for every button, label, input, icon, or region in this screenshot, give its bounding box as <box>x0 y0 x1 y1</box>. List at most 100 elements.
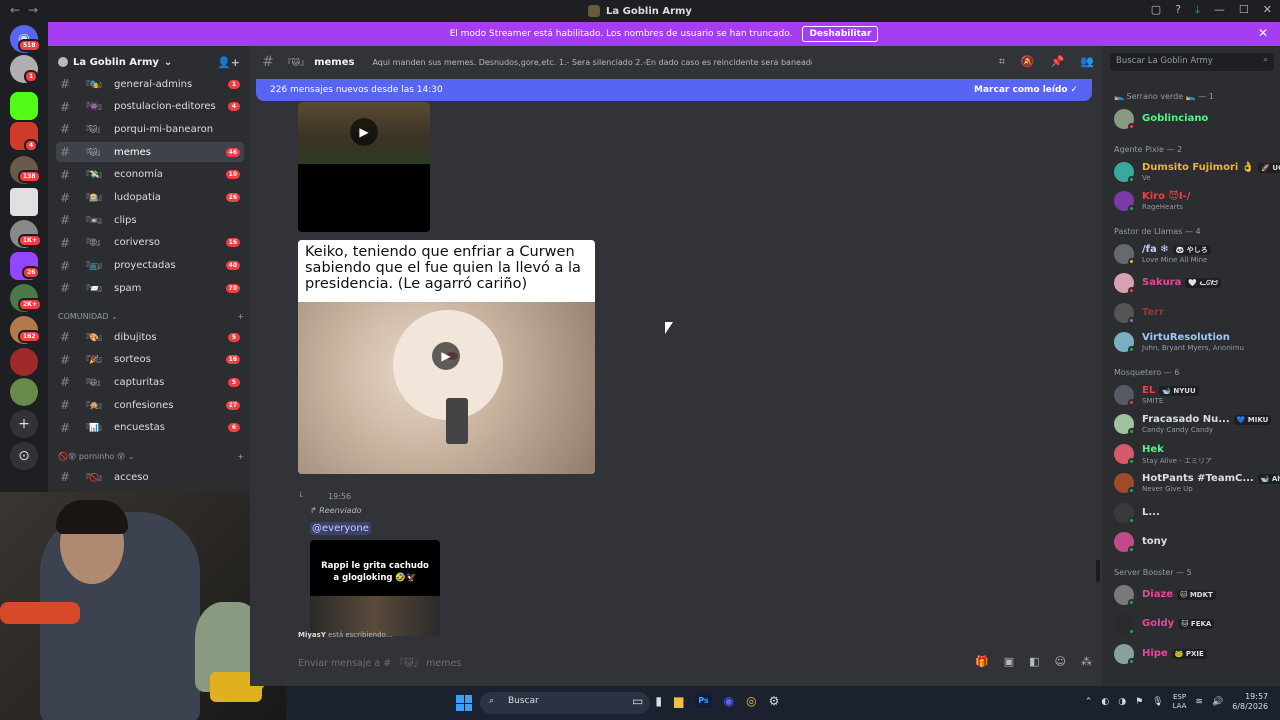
forwarded-video[interactable]: Rappi le grita cachudo a glogloking 🤣🦅 <box>310 540 440 636</box>
channel-dibujitos[interactable]: # 『🎨』 dibujitos 5 <box>56 327 244 347</box>
add-server-icon[interactable]: + <box>10 410 38 438</box>
play-icon[interactable]: ▶ <box>350 118 378 146</box>
windows-start-icon[interactable] <box>456 695 472 711</box>
inbox-icon[interactable]: ▢ <box>1151 3 1161 17</box>
tray-icon[interactable]: ◐ <box>1101 697 1109 707</box>
chrome-icon[interactable]: ◎ <box>746 694 756 708</box>
minimize-button[interactable]: — <box>1214 3 1225 17</box>
channel-name: capturitas <box>114 376 165 388</box>
discord-taskbar-icon[interactable]: ◉ <box>724 694 734 708</box>
clock[interactable]: 19:57 6/8/2026 <box>1232 692 1268 712</box>
member-item[interactable]: L... <box>1112 500 1274 526</box>
channel-proyectadas[interactable]: # 『📺』 proyectadas 40 <box>56 256 244 276</box>
member-item[interactable]: Sakura 🤍 ᓚᘏᗢ <box>1112 270 1274 296</box>
apps-icon[interactable]: ⁂ <box>1081 655 1092 668</box>
download-icon[interactable]: ⤓ <box>1195 3 1200 17</box>
mark-read-button[interactable]: Marcar como leído <box>974 85 1068 95</box>
new-messages-bar[interactable]: 226 mensajes nuevos desde las 14:30 Marc… <box>256 79 1092 101</box>
video-attachment[interactable]: ▶ <box>298 102 430 232</box>
language-indicator[interactable]: ESP LAA <box>1173 693 1187 711</box>
sticker-icon[interactable]: ◧ <box>1029 655 1039 668</box>
close-banner-icon[interactable]: ✕ <box>1258 26 1268 40</box>
channel-capturitas[interactable]: # 『😃』 capturitas 5 <box>56 372 244 392</box>
channel-topic[interactable]: Aqui manden sus memes. Desnudos,gore,etc… <box>372 58 812 67</box>
composer-placeholder[interactable]: Enviar mensaje a # 『🐱』 memes <box>298 655 461 669</box>
channel-porqui-mi-banearon[interactable]: # 『🐱』 porqui-mi-banearon <box>56 119 244 139</box>
channel-memes[interactable]: # 『🐱』 memes 46 <box>56 142 244 163</box>
wifi-icon[interactable]: ≋ <box>1195 697 1203 707</box>
threads-icon[interactable]: ⌗ <box>999 55 1005 69</box>
close-button[interactable]: ✕ <box>1263 3 1272 17</box>
maximize-button[interactable]: ☐ <box>1239 3 1249 17</box>
member-item[interactable]: EL 🐋 NYUU SMITE <box>1112 382 1274 408</box>
tray-icon[interactable]: ◑ <box>1118 697 1126 707</box>
status-dot <box>1128 287 1135 294</box>
server-icon-2[interactable] <box>10 92 38 120</box>
everyone-mention[interactable]: @everyone <box>310 522 371 535</box>
channel-general-admins[interactable]: # 『🎭』 general-admins 1 <box>56 74 244 94</box>
channel-postulacion-editores[interactable]: # 『👾』 postulacion-editores 4 <box>56 97 244 117</box>
channel-acceso[interactable]: # 『🚫』 acceso <box>56 467 244 487</box>
member-item[interactable]: Hek Stay Alive - エミリア <box>1112 441 1274 467</box>
channel-name: sorteos <box>114 354 151 366</box>
member-item[interactable]: tony <box>1112 529 1274 555</box>
category-porninho[interactable]: 🚫😵 porninho 😵 ⌄ + <box>58 452 244 461</box>
chevron-up-icon[interactable]: ⌃ <box>1085 697 1093 707</box>
mic-icon[interactable]: 🎙 <box>1152 697 1163 707</box>
invite-people-icon[interactable]: 👤+ <box>217 56 240 69</box>
category-comunidad[interactable]: COMUNIDAD ⌄ + <box>58 312 244 321</box>
member-list-icon[interactable]: 👥 <box>1080 55 1094 69</box>
member-item[interactable]: Fracasado Nu... 💙 MIKU Candy Candy Candy <box>1112 411 1274 437</box>
photoshop-icon[interactable]: Ps <box>695 694 712 708</box>
member-item[interactable]: Goblinciano <box>1112 106 1274 132</box>
typing-text: está escribiendo... <box>328 631 393 639</box>
pin-icon[interactable]: 📌 <box>1051 55 1065 69</box>
member-item[interactable]: /fa ❄ 🐼 やしろ Love Mine All Mine <box>1112 241 1274 267</box>
member-item[interactable]: Diaze 🐱 MDKT <box>1112 582 1274 608</box>
app-icon[interactable]: ▮ <box>655 694 662 708</box>
member-item[interactable]: Kiro 😈I-/RageHearts <box>1112 188 1274 214</box>
server-search-input[interactable]: Buscar La Goblin Army ⌕ <box>1110 53 1274 71</box>
server-icon-5[interactable] <box>10 188 38 216</box>
task-view-icon[interactable]: ▭ <box>632 694 643 708</box>
emoji-icon[interactable]: ☺ <box>1055 655 1066 668</box>
tray-icon[interactable]: ⚑ <box>1135 697 1143 707</box>
file-explorer-icon[interactable]: ▆ <box>674 694 683 708</box>
mute-bell-icon[interactable]: 🔕 <box>1021 55 1035 69</box>
member-item[interactable]: Hipe 🐸 PXIE <box>1112 641 1274 667</box>
channel-economía[interactable]: # 『💸』 economía 10 <box>56 165 244 185</box>
add-channel-icon[interactable]: + <box>237 452 244 461</box>
member-item[interactable]: Dumsito Fujimori 👌🚀 UCVe <box>1112 159 1280 185</box>
volume-icon[interactable]: 🔊 <box>1212 697 1223 707</box>
member-item[interactable]: Terr <box>1112 300 1274 326</box>
app-icon-2[interactable]: ⚙ <box>769 694 780 708</box>
member-item[interactable]: Goldy 🐱 FEKA <box>1112 611 1274 637</box>
add-channel-icon[interactable]: + <box>237 312 244 321</box>
channel-name: postulacion-editores <box>114 101 216 113</box>
explore-icon[interactable]: ⊙ <box>10 442 38 470</box>
clock-time: 19:57 <box>1245 692 1269 701</box>
help-icon[interactable]: ? <box>1175 3 1181 17</box>
taskbar-search[interactable]: ⌕ Buscar <box>480 692 650 714</box>
server-icon-10[interactable] <box>10 348 38 376</box>
server-icon-11[interactable] <box>10 378 38 406</box>
meme-attachment[interactable]: Keiko, teniendo que enfriar a Curwen sab… <box>298 240 595 474</box>
message-composer[interactable]: Enviar mensaje a # 『🐱』 memes 🎁 ▣ ◧ ☺ ⁂ <box>288 646 1096 678</box>
disable-streamer-button[interactable]: Deshabilitar <box>802 26 879 42</box>
member-item[interactable]: HotPants #TeamC...🐋 AhriNever Give Up <box>1112 470 1280 496</box>
gif-icon[interactable]: ▣ <box>1004 655 1014 668</box>
channel-confesiones[interactable]: # 『🙊』 confesiones 27 <box>56 395 244 415</box>
gift-icon[interactable]: 🎁 <box>975 655 989 668</box>
hash-icon: # <box>60 99 71 114</box>
channel-clips[interactable]: # 『📼』 clips <box>56 210 244 230</box>
member-item[interactable]: VirtuResolution Juhn, Bryant Myers, Anoni… <box>1112 329 1274 355</box>
channel-sorteos[interactable]: # 『🎉』 sorteos 16 <box>56 350 244 370</box>
scrollbar-thumb[interactable] <box>1096 560 1100 582</box>
hash-icon: # <box>60 190 71 205</box>
channel-encuestas[interactable]: # 『📊』 encuestas 6 <box>56 418 244 438</box>
channel-spam[interactable]: # 『📨』 spam 70 <box>56 278 244 298</box>
play-icon[interactable]: ▶ <box>432 342 460 370</box>
channel-coriverso[interactable]: # 『😡』 coriverso 16 <box>56 233 244 253</box>
channel-ludopatia[interactable]: # 『🎰』 ludopatia 26 <box>56 188 244 208</box>
nav-arrows[interactable]: ←→ <box>10 3 46 17</box>
